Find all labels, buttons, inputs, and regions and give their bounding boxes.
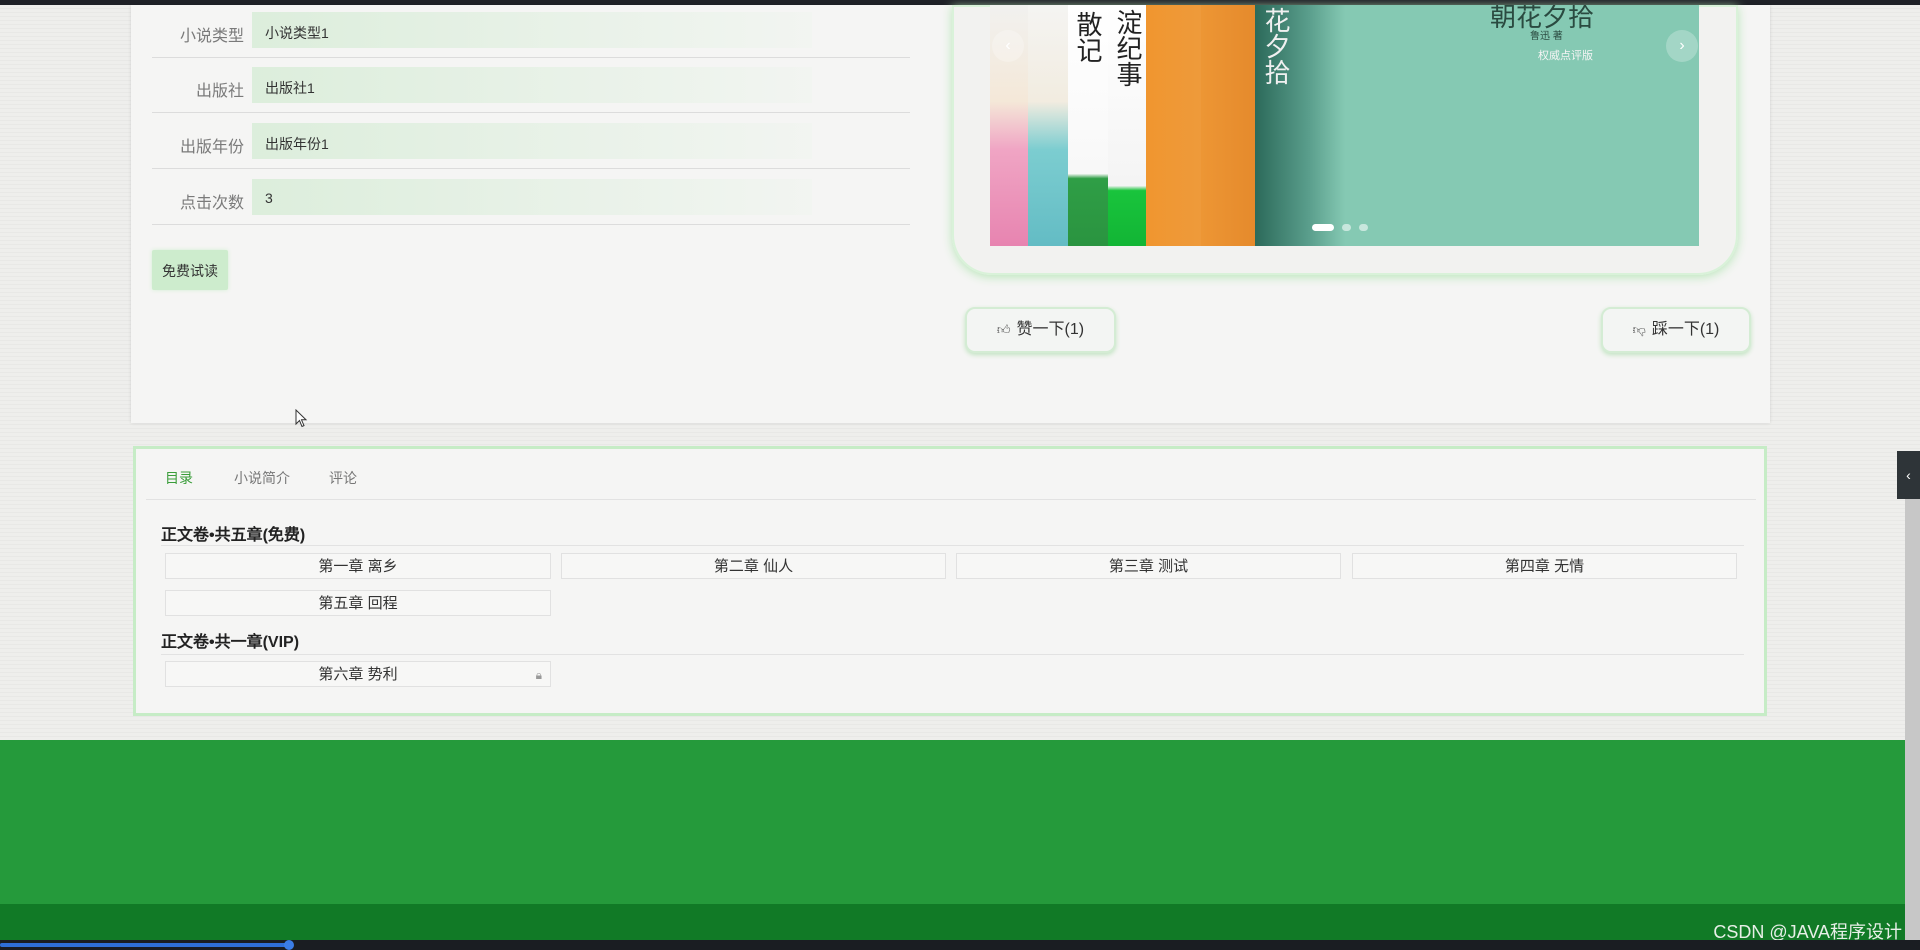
info-value: 出版社1 [265, 80, 315, 96]
tab-intro[interactable]: 小说简介 [234, 468, 290, 488]
book-spine [1146, 5, 1201, 246]
like-button[interactable]: 👍︎ 赞一下(1) [965, 307, 1116, 353]
info-value: 小说类型1 [265, 25, 329, 41]
info-label: 点击次数 [179, 195, 244, 212]
mouse-cursor-icon [295, 409, 308, 428]
carousel-dot[interactable] [1342, 224, 1351, 232]
carousel-indicators [1312, 219, 1376, 237]
info-row-publisher: 出版社 出版社1 [152, 57, 910, 113]
info-label: 出版社 [195, 83, 244, 100]
volume-title: 正文卷•共一章(VIP) [161, 634, 300, 651]
chapter-link[interactable]: 第二章 仙人 [561, 553, 946, 579]
lock-icon: 🔒︎ [535, 668, 542, 682]
chapter-link-vip[interactable]: 第六章 势利 🔒︎ [165, 661, 551, 687]
free-trial-button[interactable]: 免费试读 [152, 250, 228, 290]
spine-title: 淀纪事 [1112, 9, 1142, 87]
info-row-type: 小说类型 小说类型1 [152, 2, 910, 58]
tab-catalog[interactable]: 目录 [165, 468, 193, 488]
book-spine [1201, 5, 1255, 246]
info-row-clicks: 点击次数 3 [152, 169, 910, 225]
chapter-link[interactable]: 第四章 无情 [1352, 553, 1737, 579]
tab-comments[interactable]: 评论 [329, 468, 357, 488]
info-value: 3 [265, 190, 273, 206]
banner-author: 鲁迅 著 [1530, 31, 1563, 42]
chapter-link[interactable]: 第一章 离乡 [165, 553, 551, 579]
info-label: 小说类型 [179, 28, 244, 45]
book-spine [1028, 5, 1068, 246]
thumbs-down-icon: 👎︎ [1632, 322, 1646, 337]
carousel-next-icon[interactable]: › [1666, 30, 1698, 62]
video-progress-bar[interactable] [0, 943, 290, 947]
volume-divider [161, 545, 1744, 546]
info-label: 出版年份 [179, 139, 244, 156]
thumbs-up-icon: 👍︎ [996, 322, 1011, 337]
volume-title: 正文卷•共五章(免费) [161, 527, 306, 544]
info-row-year: 出版年份 出版年份1 [152, 113, 910, 169]
chapter-link[interactable]: 第五章 回程 [165, 590, 551, 616]
carousel-dot[interactable] [1312, 224, 1334, 232]
footer-bottom-bar [0, 904, 1905, 940]
chapter-link[interactable]: 第三章 测试 [956, 553, 1341, 579]
carousel-prev-icon[interactable]: ‹ [992, 30, 1024, 62]
video-progress-knob[interactable] [284, 940, 294, 950]
volume-divider [161, 654, 1744, 655]
carousel-dot[interactable] [1359, 224, 1368, 232]
info-value: 出版年份1 [265, 136, 329, 152]
tab-divider [146, 499, 1756, 500]
chapter-label: 第六章 势利 [318, 666, 398, 683]
dislike-label: 踩一下(1) [1651, 321, 1720, 338]
spine-title: 散记 [1072, 11, 1102, 63]
site-footer [0, 740, 1905, 904]
scrollbar[interactable] [1905, 499, 1920, 940]
book-cover-carousel[interactable]: 散记 淀纪事 花夕拾 朝花夕拾 鲁迅 著 权威点评版 [990, 5, 1699, 246]
side-panel-toggle-icon[interactable]: ‹ [1897, 451, 1920, 499]
dislike-button[interactable]: 👎︎ 踩一下(1) [1601, 307, 1751, 353]
spine-title: 花夕拾 [1260, 7, 1290, 85]
like-label: 赞一下(1) [1016, 321, 1085, 338]
banner-subtitle: 权威点评版 [1538, 50, 1593, 62]
